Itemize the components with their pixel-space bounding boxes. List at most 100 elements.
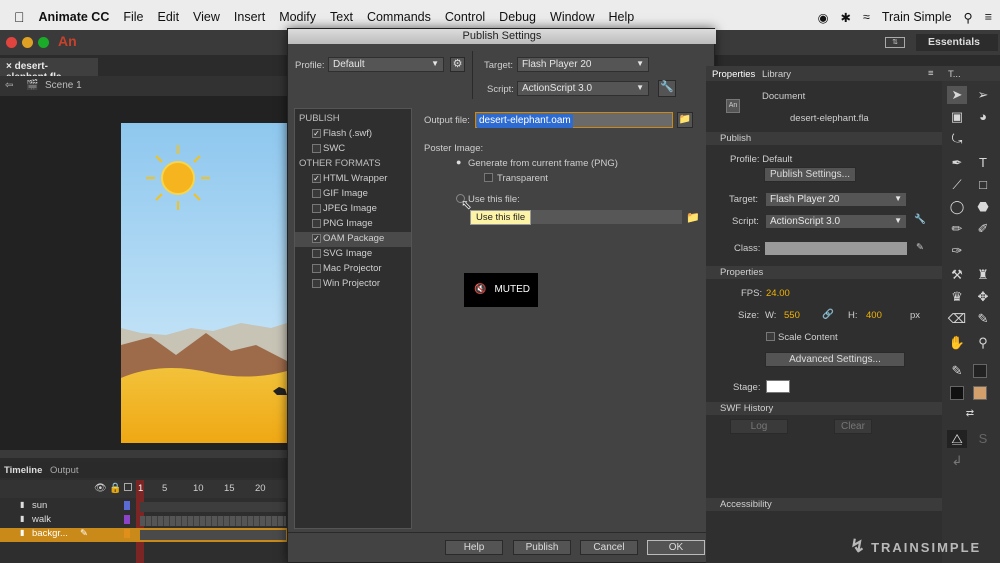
script-select[interactable]: ActionScript 3.0 ▼	[517, 81, 649, 96]
brush-tool-icon[interactable]: ✐	[973, 220, 993, 238]
creative-cloud-icon[interactable]: ◉	[818, 10, 829, 25]
selection-tool-icon[interactable]: ➤	[947, 86, 967, 104]
menu-control[interactable]: Control	[438, 10, 492, 24]
publish-section-header[interactable]: Publish	[706, 132, 942, 145]
stage-canvas[interactable]	[121, 123, 287, 443]
layer-row[interactable]: ▮ sun	[0, 500, 287, 514]
folder-icon[interactable]: 📁	[686, 211, 700, 224]
pencil-icon[interactable]: ✎	[80, 528, 88, 539]
hand-tool-icon[interactable]: ✋	[947, 334, 967, 352]
format-win-projector[interactable]: Win Projector	[295, 277, 411, 292]
fps-value[interactable]: 24.00	[766, 288, 790, 299]
format-jpeg[interactable]: JPEG Image	[295, 202, 411, 217]
target-select[interactable]: Flash Player 20 ▼	[517, 57, 649, 72]
line-tool-icon[interactable]: ⟋	[947, 176, 967, 194]
fill-icon[interactable]	[950, 386, 964, 400]
text-tool-icon[interactable]: T	[973, 154, 993, 172]
menu-insert[interactable]: Insert	[227, 10, 272, 24]
free-transform-tool-icon[interactable]: ▣	[947, 108, 967, 126]
menu-app[interactable]: Animate CC	[32, 10, 117, 24]
wrench-icon[interactable]: 🔧	[658, 80, 676, 97]
apple-icon[interactable]: 	[0, 9, 32, 25]
pen-tool-icon[interactable]: ✒	[947, 154, 967, 172]
checkbox[interactable]	[312, 144, 321, 153]
checkbox[interactable]	[312, 189, 321, 198]
checkbox[interactable]	[312, 279, 321, 288]
checkbox-checked[interactable]: ✓	[312, 129, 321, 138]
radio-selected[interactable]: ●	[456, 157, 461, 167]
document-tab[interactable]: × desert-elephant.fla	[0, 58, 98, 83]
3d-rotation-tool-icon[interactable]: ◕	[973, 108, 993, 126]
outline-icon[interactable]	[124, 483, 132, 491]
menu-view[interactable]: View	[186, 10, 227, 24]
tab-output[interactable]: Output	[50, 465, 79, 476]
stage-color-swatch[interactable]	[766, 380, 790, 393]
profile-select[interactable]: Default ▼	[328, 57, 444, 72]
menu-modify[interactable]: Modify	[272, 10, 323, 24]
horizontal-scrollbar[interactable]	[0, 450, 287, 458]
smooth-icon[interactable]: S	[973, 430, 993, 448]
checkbox[interactable]	[312, 219, 321, 228]
lock-icon[interactable]: 🔒	[109, 483, 121, 494]
log-button[interactable]: Log	[730, 419, 788, 434]
menu-window[interactable]: Window	[543, 10, 601, 24]
publish-settings-button[interactable]: Publish Settings...	[764, 167, 856, 182]
close-window-button[interactable]	[6, 37, 17, 48]
sync-icon[interactable]: ⇅	[885, 37, 905, 48]
polystar-tool-icon[interactable]: ⬣	[973, 198, 993, 216]
advanced-settings-button[interactable]: Advanced Settings...	[765, 352, 905, 367]
straighten-icon[interactable]: ↲	[947, 452, 967, 470]
menu-debug[interactable]: Debug	[492, 10, 543, 24]
cancel-button[interactable]: Cancel	[580, 540, 638, 555]
menu-text[interactable]: Text	[323, 10, 360, 24]
publish-button[interactable]: Publish	[513, 540, 571, 555]
transparent-checkbox[interactable]	[484, 173, 493, 182]
format-html-wrapper[interactable]: ✓ HTML Wrapper	[295, 172, 411, 187]
tab-timeline[interactable]: Timeline	[4, 465, 42, 476]
oval-tool-icon[interactable]: ◯	[947, 198, 967, 216]
back-arrow-icon[interactable]: ⇦	[5, 80, 13, 91]
eraser-tool-icon[interactable]: ⌫	[947, 310, 967, 328]
ok-button[interactable]: OK	[647, 540, 705, 555]
menu-edit[interactable]: Edit	[151, 10, 187, 24]
user-name[interactable]: Train Simple	[882, 10, 952, 24]
eye-icon[interactable]: 👁	[94, 483, 107, 494]
tab-properties[interactable]: Properties	[712, 69, 755, 80]
wifi-icon[interactable]: ≈	[863, 10, 870, 24]
stroke-color-swatch[interactable]	[973, 364, 987, 378]
paint-brush-tool-icon[interactable]: ✑	[947, 242, 967, 260]
menu-commands[interactable]: Commands	[360, 10, 438, 24]
panel-menu-icon[interactable]: ≡	[928, 68, 934, 79]
bluetooth-icon[interactable]: ✱	[840, 10, 850, 25]
menu-file[interactable]: File	[116, 10, 150, 24]
asset-warp-tool-icon[interactable]: ✎	[973, 310, 993, 328]
layer-row[interactable]: ▮ walk	[0, 514, 287, 528]
pencil-tool-icon[interactable]: ✏	[947, 220, 967, 238]
format-flash[interactable]: ✓ Flash (.swf)	[295, 127, 411, 142]
format-svg[interactable]: SVG Image	[295, 247, 411, 262]
minimize-window-button[interactable]	[22, 37, 33, 48]
scale-content-checkbox[interactable]	[766, 332, 775, 341]
scene-label[interactable]: Scene 1	[45, 80, 82, 91]
checkbox[interactable]	[312, 249, 321, 258]
fill-color-swatch[interactable]	[973, 386, 987, 400]
layer-row-selected[interactable]: ▮ backgr... ✎	[0, 528, 287, 542]
pencil-icon[interactable]: ✎	[916, 242, 924, 253]
tools-tab[interactable]: T...	[948, 69, 961, 80]
format-swc[interactable]: SWC	[295, 142, 411, 157]
folder-icon[interactable]: 📁	[677, 112, 693, 128]
snap-magnet-icon[interactable]: ⧋	[947, 430, 967, 448]
menu-help[interactable]: Help	[601, 10, 641, 24]
checkbox-checked[interactable]: ✓	[312, 174, 321, 183]
properties-section-header[interactable]: Properties	[706, 266, 942, 279]
search-icon[interactable]: ⚲	[964, 10, 973, 25]
swf-history-header[interactable]: SWF History	[706, 402, 942, 415]
stroke-color-icon[interactable]: ✎	[947, 362, 967, 380]
format-png[interactable]: PNG Image	[295, 217, 411, 232]
script-select[interactable]: ActionScript 3.0 ▼	[765, 214, 907, 229]
format-mac-projector[interactable]: Mac Projector	[295, 262, 411, 277]
bone-tool-icon[interactable]: ⚒	[947, 266, 967, 284]
zoom-tool-icon[interactable]: ⚲	[973, 334, 993, 352]
width-tool-icon[interactable]: ✥	[973, 288, 993, 306]
lasso-tool-icon[interactable]: ⤿	[947, 130, 967, 148]
